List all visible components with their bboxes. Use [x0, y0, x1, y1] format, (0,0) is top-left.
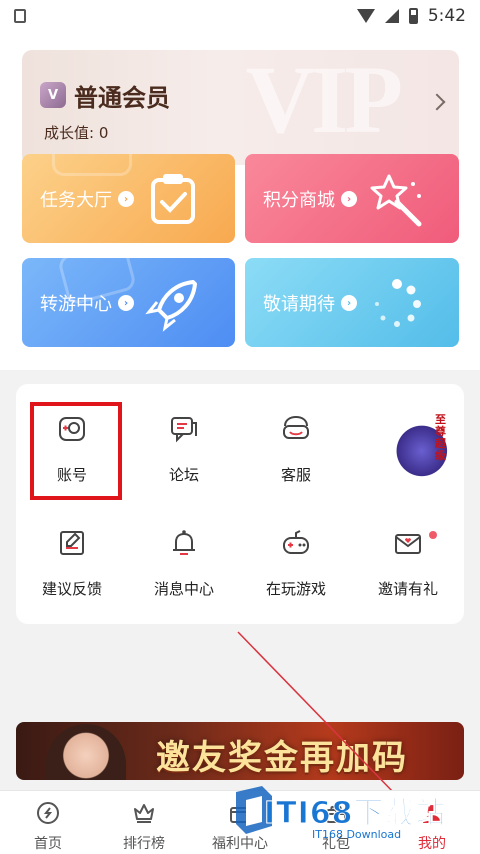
- battery-icon: [408, 8, 418, 24]
- points-mall-label: 积分商城: [263, 190, 335, 211]
- highlight-annotation: [30, 402, 122, 500]
- home-coin-icon: [37, 802, 59, 824]
- feedback-icon: [60, 531, 84, 555]
- tab-ranking[interactable]: 排行榜: [96, 791, 192, 854]
- notification-dot: [429, 531, 437, 539]
- grid-item-label: 论坛: [168, 466, 199, 484]
- wifi-icon: [356, 9, 375, 23]
- task-hall-label: 任务大厅: [40, 190, 112, 211]
- grid-item-playing-games[interactable]: 在玩游戏: [240, 506, 352, 616]
- bell-icon: [173, 530, 195, 555]
- transfer-center-label: 转游中心: [40, 294, 112, 315]
- member-card[interactable]: VIP V 普通会员 成长值: 0: [22, 50, 459, 165]
- status-bar: 5:42: [0, 0, 480, 32]
- member-level-title: 普通会员: [74, 84, 170, 112]
- grid-item-label: 建议反馈: [41, 580, 102, 598]
- tab-welfare[interactable]: 福利中心: [192, 791, 288, 854]
- grid-item-invite-gift[interactable]: 邀请有礼: [352, 506, 464, 616]
- magic-wand-icon: [370, 174, 422, 227]
- promo-thumb-text: 至尊超级: [435, 413, 446, 462]
- grid-item-message-center[interactable]: 消息中心: [128, 506, 240, 616]
- tab-label: 福利中心: [212, 836, 268, 852]
- rocket-icon: [145, 280, 197, 332]
- grid-item-label: 消息中心: [153, 580, 214, 598]
- grid-item-label: 客服: [280, 466, 311, 484]
- vip-badge-icon: V: [40, 82, 66, 108]
- loading-spinner-icon: [375, 279, 421, 327]
- tab-label: 首页: [34, 836, 62, 852]
- growth-value: 成长值: 0: [44, 124, 109, 142]
- banner-text: 邀友奖金再加码: [156, 738, 408, 778]
- profile-icon: [423, 805, 441, 823]
- status-time: 5:42: [427, 6, 466, 26]
- welfare-icon: [230, 807, 250, 823]
- task-hall-tile[interactable]: 任务大厅 ›: [22, 154, 235, 243]
- tab-home[interactable]: 首页: [0, 791, 96, 854]
- tab-gift[interactable]: 礼包: [288, 791, 384, 854]
- grid-item-feedback[interactable]: 建议反馈: [16, 506, 128, 616]
- crown-icon: [134, 804, 154, 823]
- gift-icon: [326, 806, 346, 823]
- arrow-right-icon: ›: [118, 295, 134, 311]
- lock-icon: [14, 9, 26, 23]
- arrow-right-icon: ›: [341, 295, 357, 311]
- tab-label: 礼包: [322, 836, 350, 852]
- arrow-right-icon: ›: [118, 191, 134, 207]
- bottom-tab-bar: 首页 排行榜 福利中心 礼包 我的: [0, 790, 480, 854]
- grid-item-forum[interactable]: 论坛: [128, 392, 240, 502]
- signal-icon: [384, 9, 399, 23]
- transfer-center-tile[interactable]: 转游中心 ›: [22, 258, 235, 347]
- promo-game-icon[interactable]: 至尊超级: [393, 408, 457, 486]
- tab-label: 排行榜: [123, 836, 165, 852]
- coming-soon-tile[interactable]: 敬请期待 ›: [245, 258, 459, 347]
- arrow-right-icon: ›: [341, 191, 357, 207]
- grid-item-label: 邀请有礼: [377, 580, 438, 598]
- top-section: VIP V 普通会员 成长值: 0 任务大厅 › 积分商城 › 转游中心 › 敬…: [0, 32, 480, 370]
- tile-decoration: [52, 154, 132, 176]
- chevron-right-icon: [428, 93, 446, 111]
- grid-item-customer-service[interactable]: 客服: [240, 392, 352, 502]
- customer-service-icon: [283, 415, 309, 439]
- gamepad-icon: [283, 530, 309, 554]
- points-mall-tile[interactable]: 积分商城 ›: [245, 154, 459, 243]
- tab-mine[interactable]: 我的: [384, 791, 480, 854]
- tab-label: 我的: [418, 836, 446, 852]
- grid-item-label: 在玩游戏: [265, 580, 326, 598]
- coming-soon-label: 敬请期待: [263, 294, 335, 315]
- invite-banner[interactable]: 邀友奖金再加码: [16, 722, 464, 780]
- banner-character-image: [46, 724, 126, 780]
- clipboard-check-icon: [151, 174, 195, 224]
- forum-icon: [171, 417, 197, 443]
- member-watermark: VIP: [245, 50, 403, 153]
- gift-envelope-icon: [395, 534, 421, 554]
